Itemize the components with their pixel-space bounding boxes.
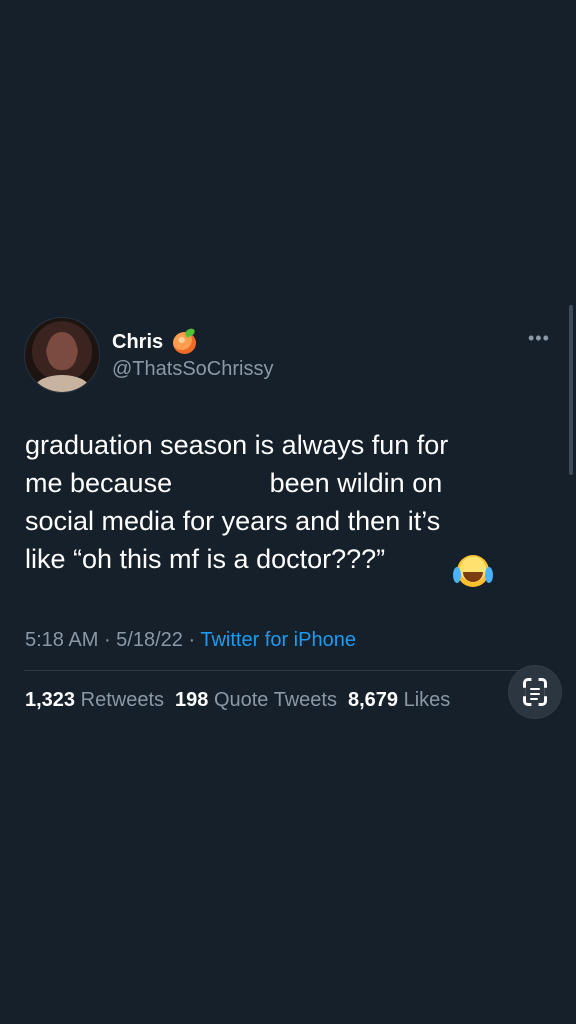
scan-line [530, 698, 538, 700]
peach-icon [171, 329, 198, 356]
likes-label: Likes [403, 689, 451, 711]
tweet-time: 5:18 AM [25, 629, 99, 651]
tweet-screen: Chris @ThatsSoChrissy ••• graduation sea… [0, 0, 576, 1024]
avatar-shirt [35, 375, 89, 392]
crying-laughing-face-icon [453, 555, 489, 587]
scrollbar[interactable] [569, 305, 573, 475]
scan-line [530, 688, 540, 690]
author-name-row[interactable]: Chris [112, 327, 198, 357]
quote-tweets-stat[interactable]: 198 Quote Tweets [175, 689, 337, 711]
metadata-separator-2: · [182, 629, 201, 651]
more-horizontal-icon[interactable]: ••• [528, 329, 550, 347]
avatar[interactable] [24, 317, 100, 393]
tweet-metadata: 5:18 AM · 5/18/22 · Twitter for iPhone [25, 626, 356, 654]
text-scan-button[interactable] [508, 665, 562, 719]
tweet-stats: 1,323 Retweets 198 Quote Tweets 8,679 Like… [25, 686, 450, 714]
quote-tweets-label: Quote Tweets [213, 689, 337, 711]
avatar-face [47, 332, 77, 370]
retweets-label: Retweets [80, 689, 164, 711]
tweet-source-link[interactable]: Twitter for iPhone [200, 629, 356, 651]
quote-tweets-count: 198 [175, 689, 209, 711]
tweet-date: 5/18/22 [116, 629, 183, 651]
retweets-stat[interactable]: 1,323 Retweets [25, 689, 164, 711]
author-name[interactable]: Chris [112, 328, 163, 356]
metadata-separator: · [98, 629, 117, 651]
likes-stat[interactable]: 8,679 Likes [348, 689, 450, 711]
metadata-divider [24, 670, 544, 671]
retweets-count: 1,323 [25, 689, 76, 711]
text-scan-icon [523, 678, 547, 706]
tweet-card[interactable]: Chris @ThatsSoChrissy ••• graduation sea… [0, 0, 576, 1024]
author-handle[interactable]: @ThatsSoChrissy [112, 356, 273, 382]
scan-line [530, 693, 540, 695]
likes-count: 8,679 [347, 689, 399, 711]
